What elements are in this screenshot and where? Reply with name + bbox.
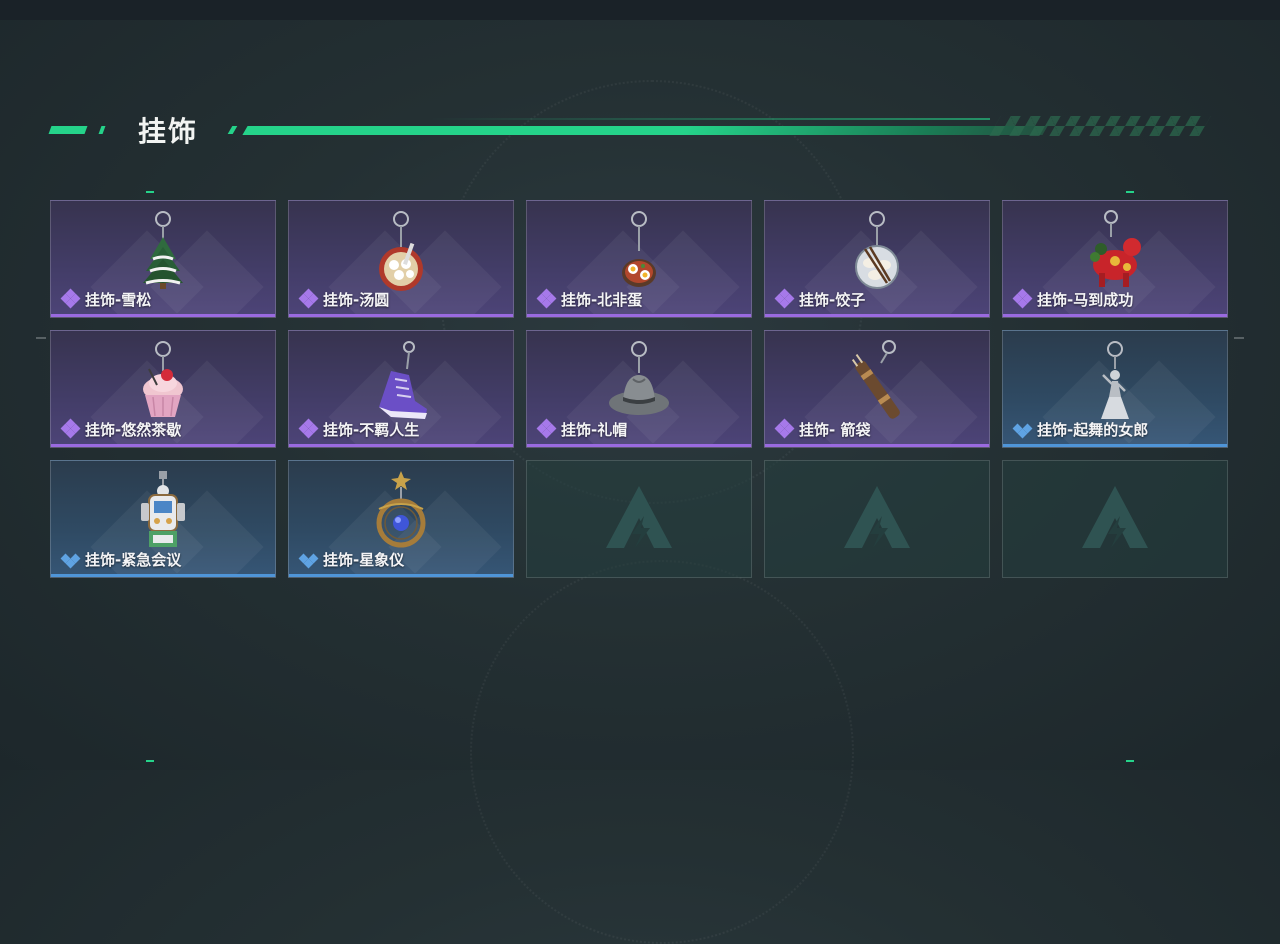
rarity-bar	[527, 444, 751, 447]
charm-card[interactable]: 挂饰- 箭袋	[764, 330, 990, 448]
card-label: 挂饰-星象仪	[298, 549, 405, 569]
empty-slot-logo-icon	[602, 482, 676, 556]
charm-card[interactable]: 挂饰-悠然茶歇	[50, 330, 276, 448]
card-label: 挂饰-不羁人生	[298, 418, 420, 439]
rarity-diamond-icon	[774, 418, 795, 439]
rarity-bar	[51, 574, 275, 577]
charm-card[interactable]: 挂饰-北非蛋	[526, 200, 752, 318]
charm-card[interactable]: 挂饰-饺子	[764, 200, 990, 318]
snow-pine-tree-charm-icon	[123, 209, 203, 295]
rarity-bar	[765, 444, 989, 447]
card-label: 挂饰-北非蛋	[536, 288, 643, 309]
empty-slot-logo-icon	[1078, 482, 1152, 556]
quiver-charm-icon	[837, 339, 917, 425]
header-dash-small	[98, 126, 106, 134]
section-header: 挂饰	[48, 108, 1211, 148]
rarity-diamond-icon	[60, 418, 81, 439]
item-name: 挂饰-礼帽	[561, 420, 628, 439]
background-ring-decoration-lower	[470, 560, 854, 944]
corner-mark-top-left	[146, 191, 154, 193]
left-edge-tick	[36, 337, 46, 339]
card-label: 挂饰-饺子	[774, 288, 866, 309]
rarity-diamond-icon	[60, 288, 81, 309]
item-name: 挂饰-马到成功	[1037, 290, 1134, 309]
charm-card[interactable]: 挂饰-礼帽	[526, 330, 752, 448]
astrolabe-charm-icon	[361, 469, 441, 555]
rarity-diamond-icon	[1012, 419, 1033, 439]
rarity-bar	[289, 314, 513, 317]
rarity-bar	[765, 314, 989, 317]
item-name: 挂饰-雪松	[85, 290, 152, 309]
fedora-hat-charm-icon	[599, 339, 679, 425]
charm-grid: 挂饰-雪松 挂饰-汤圆 挂饰-北非蛋 挂饰-饺子 挂饰-马到成功 挂饰-悠然茶歇…	[50, 200, 1230, 580]
charm-card[interactable]: 挂饰-不羁人生	[288, 330, 514, 448]
corner-mark-bottom-left	[146, 760, 154, 762]
top-bar	[0, 0, 1280, 20]
shakshuka-charm-icon	[599, 209, 679, 295]
item-name: 挂饰-饺子	[799, 290, 866, 309]
card-label: 挂饰-礼帽	[536, 418, 628, 439]
purple-sneaker-charm-icon	[361, 339, 441, 425]
header-thin-line	[430, 118, 990, 120]
card-label: 挂饰-悠然茶歇	[60, 418, 182, 439]
rarity-bar	[51, 314, 275, 317]
section-title: 挂饰	[138, 115, 199, 148]
card-label: 挂饰-马到成功	[1012, 288, 1134, 309]
empty-slot[interactable]	[1002, 460, 1228, 578]
card-label: 挂饰- 箭袋	[774, 418, 871, 439]
rarity-diamond-icon	[536, 418, 557, 439]
item-name: 挂饰-汤圆	[323, 290, 390, 309]
dancing-lady-charm-icon	[1075, 339, 1155, 425]
item-name: 挂饰-星象仪	[323, 550, 405, 569]
rarity-diamond-icon	[298, 418, 319, 439]
rarity-bar	[1003, 314, 1227, 317]
rarity-diamond-icon	[536, 288, 557, 309]
rarity-diamond-icon	[60, 549, 81, 569]
card-label: 挂饰-起舞的女郎	[1012, 419, 1149, 439]
item-name: 挂饰-起舞的女郎	[1037, 420, 1149, 439]
rarity-bar	[289, 574, 513, 577]
charm-card[interactable]: 挂饰-星象仪	[288, 460, 514, 578]
charm-card[interactable]: 挂饰-紧急会议	[50, 460, 276, 578]
corner-mark-bottom-right	[1126, 760, 1134, 762]
rarity-diamond-icon	[298, 288, 319, 309]
header-dash	[48, 126, 88, 134]
rarity-bar	[527, 314, 751, 317]
header-line-cap	[227, 126, 238, 134]
right-edge-tick	[1234, 337, 1244, 339]
charm-card[interactable]: 挂饰-马到成功	[1002, 200, 1228, 318]
charm-card[interactable]: 挂饰-汤圆	[288, 200, 514, 318]
rarity-diamond-icon	[298, 549, 319, 569]
empty-slot[interactable]	[764, 460, 990, 578]
red-horse-charm-icon	[1075, 209, 1155, 295]
rarity-bar	[289, 444, 513, 447]
empty-slot-logo-icon	[840, 482, 914, 556]
dumplings-plate-charm-icon	[837, 209, 917, 295]
emergency-meeting-charm-icon	[123, 469, 203, 555]
header-checker-pattern	[989, 116, 1211, 136]
item-name: 挂饰-紧急会议	[85, 550, 182, 569]
rarity-bar	[1003, 444, 1227, 447]
corner-mark-top-right	[1126, 191, 1134, 193]
item-name: 挂饰-北非蛋	[561, 290, 643, 309]
card-label: 挂饰-汤圆	[298, 288, 390, 309]
tangyuan-bowl-charm-icon	[361, 209, 441, 295]
header-accent-line	[242, 126, 1048, 135]
card-label: 挂饰-紧急会议	[60, 549, 182, 569]
rarity-diamond-icon	[1012, 288, 1033, 309]
item-name: 挂饰- 箭袋	[799, 420, 871, 439]
rarity-bar	[51, 444, 275, 447]
item-name: 挂饰-不羁人生	[323, 420, 420, 439]
charm-card[interactable]: 挂饰-起舞的女郎	[1002, 330, 1228, 448]
cupcake-charm-icon	[123, 339, 203, 425]
empty-slot[interactable]	[526, 460, 752, 578]
item-name: 挂饰-悠然茶歇	[85, 420, 182, 439]
rarity-diamond-icon	[774, 288, 795, 309]
charm-card[interactable]: 挂饰-雪松	[50, 200, 276, 318]
card-label: 挂饰-雪松	[60, 288, 152, 309]
